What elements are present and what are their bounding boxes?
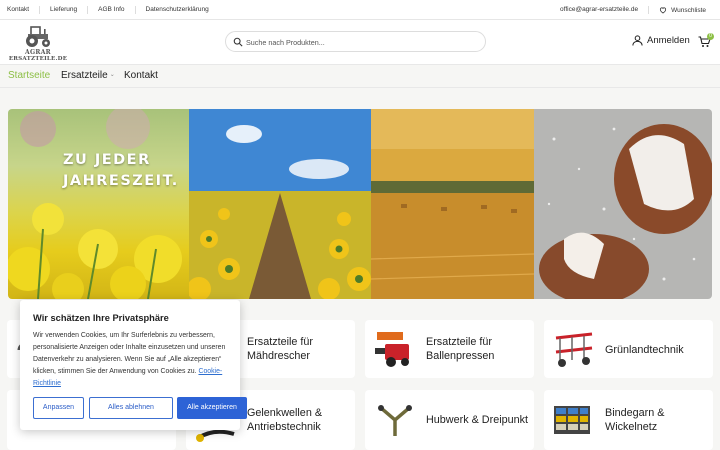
- logo-line1: AGRAR: [25, 49, 51, 56]
- cookie-title: Wir schätzen Ihre Privatsphäre: [33, 313, 169, 323]
- category-label: Ersatzteile für Mähdrescher: [247, 336, 314, 362]
- hero-slogan-line2: JAHRESZEIT.: [63, 173, 179, 189]
- hero-image-sunflowers: [189, 109, 371, 299]
- link-kontakt[interactable]: Kontakt: [7, 6, 41, 14]
- top-links: Kontakt Lieferung AGB Info Datenschutzer…: [7, 0, 219, 20]
- search-input[interactable]: [246, 35, 476, 49]
- hero-image-cows-snow: [534, 109, 712, 299]
- hero-image-rapeseed: [8, 109, 189, 299]
- chevron-down-icon: ⌄: [109, 72, 115, 78]
- accept-all-button[interactable]: Alle akzeptieren: [177, 397, 247, 419]
- link-datenschutz[interactable]: Datenschutzerklärung: [136, 6, 219, 14]
- logo-line2: ERSATZTEILE.DE: [8, 56, 68, 62]
- link-agb-info[interactable]: AGB Info: [88, 6, 136, 14]
- reject-all-button[interactable]: Alles ablehnen: [89, 397, 173, 419]
- login-label: Anmelden: [647, 35, 690, 46]
- category-label: Grünlandtechnik: [605, 344, 684, 356]
- wishlist-label: Wunschliste: [671, 6, 706, 14]
- category-card-hubwerk[interactable]: Hubwerk & Dreipunkt: [365, 390, 534, 450]
- category-label: Gelenkwellen & Antriebstechnik: [247, 407, 323, 433]
- search-bar: [225, 31, 486, 52]
- customize-button[interactable]: Anpassen: [33, 397, 84, 419]
- cookie-consent-dialog: Wir schätzen Ihre Privatsphäre Wir verwe…: [20, 300, 247, 430]
- cookie-body-text: Wir verwenden Cookies, um Ihr Surferlebn…: [33, 332, 226, 375]
- link-lieferung[interactable]: Lieferung: [40, 6, 89, 14]
- category-label: Ersatzteile für Ballenpressen: [426, 336, 495, 362]
- nav-item-ersatzteile-label: Ersatzteile: [61, 70, 108, 81]
- heart-icon: [660, 7, 667, 14]
- header: AGRAR ERSATZTEILE.DE Anmelden 0: [0, 20, 720, 64]
- tractor-icon: [26, 26, 50, 47]
- category-card-ballenpressen[interactable]: Ersatzteile für Ballenpressen: [365, 320, 534, 378]
- hero-slogan-line1: ZU JEDER: [63, 152, 151, 168]
- wishlist-link[interactable]: Wunschliste: [649, 6, 706, 14]
- category-card-bindegarn[interactable]: Bindegarn & Wickelnetz: [544, 390, 713, 450]
- mower-rake-icon: [555, 332, 593, 367]
- hero-banner[interactable]: ZU JEDER JAHRESZEIT.: [8, 109, 712, 299]
- nav-item-kontakt[interactable]: Kontakt: [124, 70, 158, 81]
- cookie-text: Wir verwenden Cookies, um Ihr Surferlebn…: [33, 330, 233, 390]
- user-icon: [632, 35, 643, 46]
- hero-image-wheat-field: [371, 109, 534, 299]
- nav-item-ersatzteile[interactable]: Ersatzteile ⌄: [61, 70, 115, 81]
- category-label: Hubwerk & Dreipunkt: [426, 414, 529, 426]
- login-button[interactable]: Anmelden: [632, 35, 690, 46]
- baler-parts-icon: [375, 332, 409, 367]
- category-card-gruenlandtechnik[interactable]: Grünlandtechnik: [544, 320, 713, 378]
- email-link[interactable]: office@agrar-ersatzteile.de: [560, 6, 650, 14]
- twine-net-icon: [554, 406, 590, 434]
- main-nav: Startseite Ersatzteile ⌄ Kontakt: [0, 64, 720, 88]
- logo[interactable]: AGRAR ERSATZTEILE.DE: [8, 24, 68, 62]
- hero-slogan: ZU JEDER JAHRESZEIT.: [63, 150, 179, 192]
- three-point-hitch-icon: [378, 405, 412, 436]
- category-label: Bindegarn & Wickelnetz: [605, 407, 665, 433]
- cart-badge: 0: [707, 33, 714, 40]
- search-icon[interactable]: [233, 37, 243, 47]
- top-bar: Kontakt Lieferung AGB Info Datenschutzer…: [0, 0, 720, 20]
- nav-item-startseite[interactable]: Startseite: [8, 70, 50, 81]
- cart-button[interactable]: 0: [698, 33, 714, 53]
